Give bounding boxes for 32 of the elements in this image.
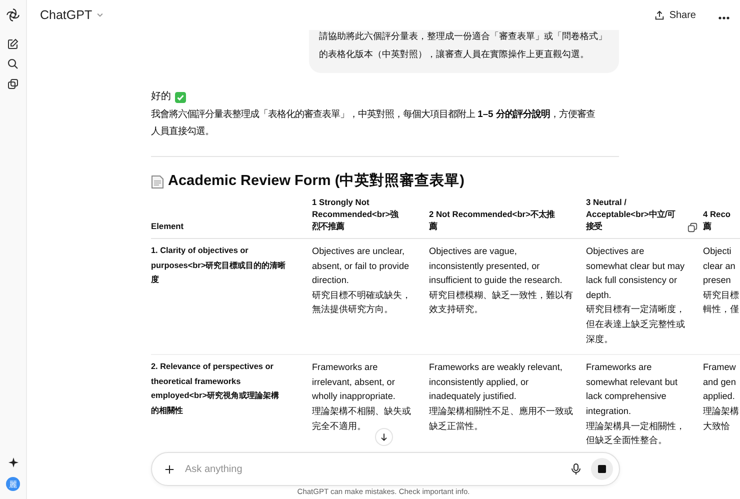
share-icon	[654, 10, 666, 20]
chevron-icon[interactable]	[96, 11, 104, 19]
section-heading: Academic Review Form (中英對照審查表單)	[168, 173, 464, 190]
table-cell: 1. Clarity of objectives or purposes<br>研究目標或目的的清晰 度	[151, 238, 312, 355]
stop-icon	[598, 465, 606, 473]
table-cell: Objectives are unclear, absent, or fail to provide direction. 研究目標不明確或缺失， 無法提供研究方向。	[312, 238, 429, 355]
search-icon[interactable]	[7, 58, 19, 70]
new-chat-icon[interactable]	[7, 38, 19, 50]
share-button[interactable]: Share	[654, 10, 696, 20]
column-header: 4 Reco 薦	[703, 196, 740, 238]
check-mark-icon	[175, 92, 186, 102]
document-icon	[151, 174, 164, 188]
column-header: 2 Not Recommended<br>不太推 薦	[429, 196, 586, 238]
column-header: 1 Strongly Not Recommended<br>強 烈不推薦	[312, 196, 429, 238]
scroll-down-button[interactable]	[375, 428, 393, 446]
table-cell: Objecti clear an presen 研究目標 輯性，僅	[703, 238, 740, 355]
reply-paragraph: 我會將六個評分量表整理成「表格化的審查表單」，中英對照，每個大項目都附上 1–5 分的評分說明，方便審查 人員直接勾選。	[151, 107, 595, 138]
table-cell: Objectives are vague, inconsistently presented, or insufficient to guide the research. 研究目標模糊、缺乏一致性，難以有 效支持研究。	[429, 238, 586, 355]
table-cell: Objectives are somewhat clear but may lack full consistency or depth. 研究目標有一定清晰度， 但在表達上缺乏完整性或 深度。	[586, 238, 703, 355]
logo-icon[interactable]	[6, 8, 20, 22]
column-header: Element	[151, 196, 312, 238]
copy-icon[interactable]	[687, 222, 698, 233]
message-input[interactable]: Ask anything	[183, 462, 571, 476]
sparkle-icon[interactable]	[8, 457, 18, 468]
message-field[interactable]: Ask anything	[151, 452, 620, 486]
model-name[interactable]: ChatGPT	[40, 8, 92, 22]
arrow-down-icon	[379, 432, 389, 442]
add-icon[interactable]	[164, 464, 175, 474]
stop-button[interactable]	[591, 458, 613, 480]
greeting-text: 好的	[151, 90, 171, 104]
microphone-icon[interactable]	[571, 463, 581, 475]
library-icon[interactable]	[7, 78, 19, 90]
